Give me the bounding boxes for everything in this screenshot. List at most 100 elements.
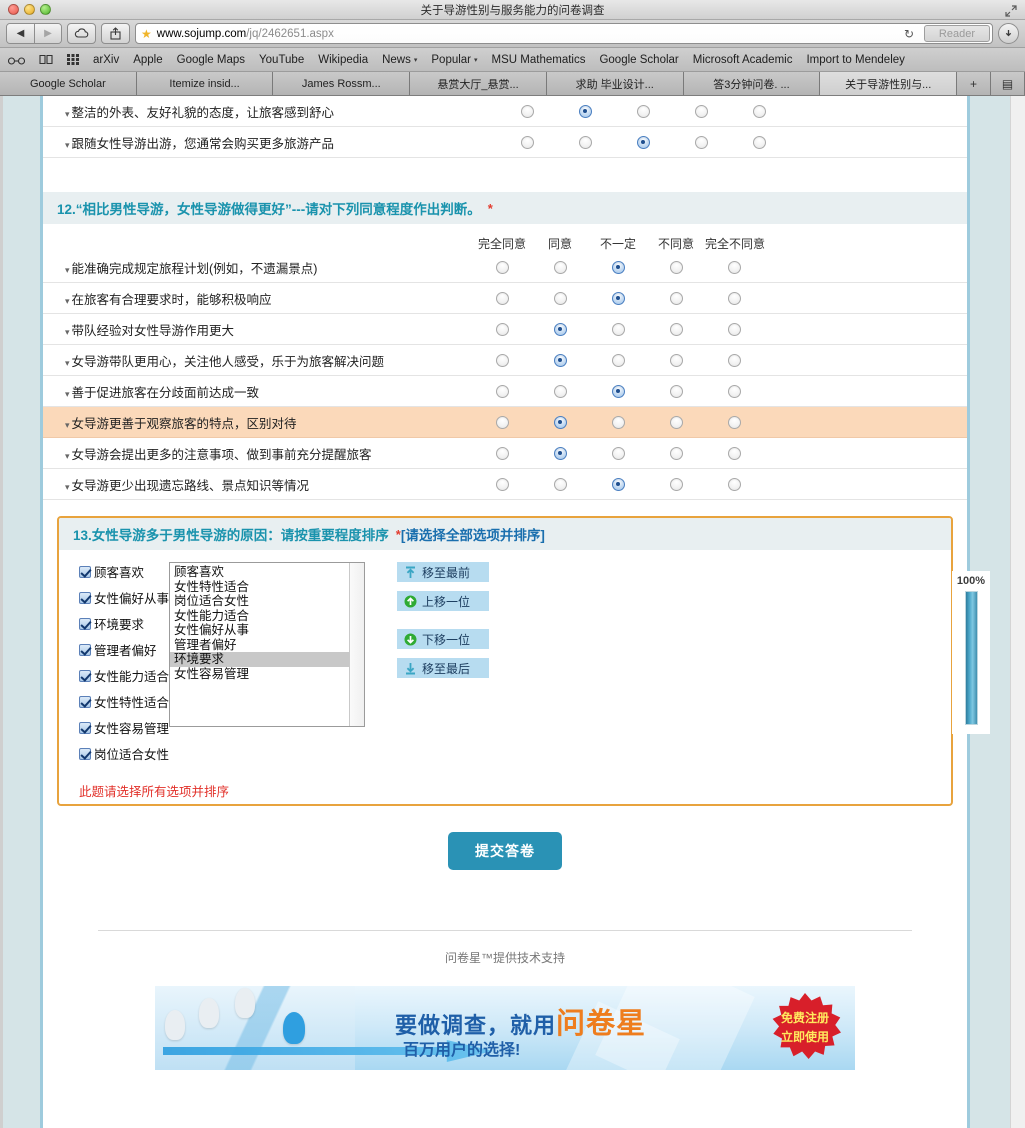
radio-option-selected[interactable] bbox=[553, 415, 567, 429]
radio-option[interactable] bbox=[694, 135, 708, 149]
checkbox-checked-icon[interactable] bbox=[79, 747, 91, 760]
tab-james-rossman[interactable]: James Rossm... bbox=[273, 72, 411, 95]
minimize-window-button[interactable] bbox=[24, 4, 35, 15]
radio-cell[interactable] bbox=[705, 415, 763, 429]
reading-list-icon[interactable] bbox=[39, 54, 53, 65]
checkbox-checked-icon[interactable] bbox=[79, 565, 91, 578]
checkbox-checked-icon[interactable] bbox=[79, 643, 91, 656]
radio-cell[interactable] bbox=[531, 291, 589, 305]
tab-da3fenzhong-wenjuan[interactable]: 答3分钟问卷. ... bbox=[683, 72, 821, 95]
list-item[interactable]: 岗位适合女性 bbox=[170, 594, 349, 609]
radio-option-selected[interactable] bbox=[611, 384, 625, 398]
radio-option-selected[interactable] bbox=[611, 260, 625, 274]
radio-cell[interactable] bbox=[473, 384, 531, 398]
radio-cell[interactable] bbox=[531, 322, 589, 336]
radio-cell[interactable] bbox=[672, 104, 730, 118]
radio-cell[interactable] bbox=[531, 384, 589, 398]
radio-option[interactable] bbox=[669, 384, 683, 398]
radio-option[interactable] bbox=[669, 353, 683, 367]
forward-button[interactable]: ▶ bbox=[34, 24, 61, 43]
radio-cell[interactable] bbox=[589, 291, 647, 305]
radio-option-selected[interactable] bbox=[611, 477, 625, 491]
radio-cell[interactable] bbox=[589, 446, 647, 460]
radio-cell[interactable] bbox=[531, 260, 589, 274]
radio-cell[interactable] bbox=[498, 135, 556, 149]
radio-cell[interactable] bbox=[589, 415, 647, 429]
bookmark-item-youtube[interactable]: YouTube bbox=[259, 54, 304, 66]
radio-cell[interactable] bbox=[614, 104, 672, 118]
radio-cell[interactable] bbox=[705, 446, 763, 460]
radio-cell[interactable] bbox=[473, 446, 531, 460]
list-item[interactable]: 管理者偏好 bbox=[170, 638, 349, 653]
listbox-scrollbar[interactable] bbox=[349, 563, 364, 726]
bookmark-item-arxiv[interactable]: arXiv bbox=[93, 54, 119, 66]
radio-cell[interactable] bbox=[647, 415, 705, 429]
checkbox-checked-icon[interactable] bbox=[79, 669, 91, 682]
zoom-slider-bar[interactable] bbox=[964, 591, 978, 725]
radio-cell[interactable] bbox=[647, 322, 705, 336]
radio-cell[interactable] bbox=[473, 260, 531, 274]
radio-option[interactable] bbox=[669, 446, 683, 460]
radio-cell[interactable] bbox=[647, 384, 705, 398]
radio-cell[interactable] bbox=[531, 353, 589, 367]
radio-cell[interactable] bbox=[705, 384, 763, 398]
radio-cell[interactable] bbox=[705, 322, 763, 336]
page-scrollbar[interactable] bbox=[1010, 96, 1025, 1128]
radio-option[interactable] bbox=[727, 291, 741, 305]
checkbox-checked-icon[interactable] bbox=[79, 695, 91, 708]
radio-option[interactable] bbox=[495, 291, 509, 305]
bookmark-item-google-scholar[interactable]: Google Scholar bbox=[599, 54, 678, 66]
checkbox-checked-icon[interactable] bbox=[79, 591, 91, 604]
radio-cell[interactable] bbox=[473, 291, 531, 305]
zoom-indicator[interactable]: 100% bbox=[952, 571, 990, 734]
radio-option[interactable] bbox=[495, 384, 509, 398]
radio-option[interactable] bbox=[694, 104, 708, 118]
radio-option-selected[interactable] bbox=[611, 291, 625, 305]
radio-option[interactable] bbox=[495, 260, 509, 274]
checkbox-item[interactable]: 环境要求 bbox=[79, 614, 159, 633]
radio-cell[interactable] bbox=[589, 384, 647, 398]
tab-guanyu-daoyou-xingbie[interactable]: 关于导游性别与... bbox=[820, 72, 958, 95]
checkbox-item[interactable]: 女性偏好从事 bbox=[79, 588, 169, 607]
checkbox-item[interactable]: 女性能力适合 bbox=[79, 666, 169, 685]
radio-cell[interactable] bbox=[531, 446, 589, 460]
navigation-buttons[interactable]: ◀ ▶ bbox=[6, 23, 62, 44]
bookmark-item-import-to-mendeley[interactable]: Import to Mendeley bbox=[806, 54, 904, 66]
radio-cell[interactable] bbox=[647, 291, 705, 305]
radio-option[interactable] bbox=[669, 260, 683, 274]
radio-option[interactable] bbox=[727, 415, 741, 429]
list-item[interactable]: 顾客喜欢 bbox=[170, 565, 349, 580]
bookmark-item-google-maps[interactable]: Google Maps bbox=[177, 54, 245, 66]
radio-cell[interactable] bbox=[730, 135, 788, 149]
bookmark-item-microsoft-academic[interactable]: Microsoft Academic bbox=[693, 54, 793, 66]
banner-register-badge[interactable]: 免费注册 立即使用 bbox=[772, 993, 841, 1059]
radio-option[interactable] bbox=[611, 322, 625, 336]
new-tab-button[interactable]: + bbox=[957, 72, 992, 95]
radio-option[interactable] bbox=[752, 135, 766, 149]
list-item[interactable]: 女性偏好从事 bbox=[170, 623, 349, 638]
radio-option[interactable] bbox=[669, 322, 683, 336]
bookmark-item-news[interactable]: News ▾ bbox=[382, 54, 417, 66]
radio-option[interactable] bbox=[727, 353, 741, 367]
move-down-button[interactable]: 下移一位 bbox=[397, 629, 489, 649]
radio-cell[interactable] bbox=[589, 322, 647, 336]
list-item[interactable]: 女性特性适合 bbox=[170, 580, 349, 595]
tab-qiuzhu-biyesheji[interactable]: 求助 毕业设计... bbox=[546, 72, 684, 95]
share-button[interactable] bbox=[101, 23, 130, 44]
radio-option[interactable] bbox=[495, 322, 509, 336]
radio-cell[interactable] bbox=[556, 135, 614, 149]
radio-cell[interactable] bbox=[473, 477, 531, 491]
radio-option-selected[interactable] bbox=[553, 446, 567, 460]
checkbox-item[interactable]: 女性容易管理 bbox=[79, 718, 169, 737]
tab-overview-button[interactable]: ▤ bbox=[991, 72, 1025, 95]
radio-cell[interactable] bbox=[647, 446, 705, 460]
radio-option[interactable] bbox=[553, 477, 567, 491]
radio-cell[interactable] bbox=[531, 477, 589, 491]
radio-cell[interactable] bbox=[705, 291, 763, 305]
top-sites-icon[interactable] bbox=[67, 54, 79, 65]
radio-option[interactable] bbox=[611, 446, 625, 460]
radio-cell[interactable] bbox=[730, 104, 788, 118]
radio-option[interactable] bbox=[611, 353, 625, 367]
radio-option[interactable] bbox=[495, 353, 509, 367]
bookmark-item-popular[interactable]: Popular ▾ bbox=[431, 54, 477, 66]
